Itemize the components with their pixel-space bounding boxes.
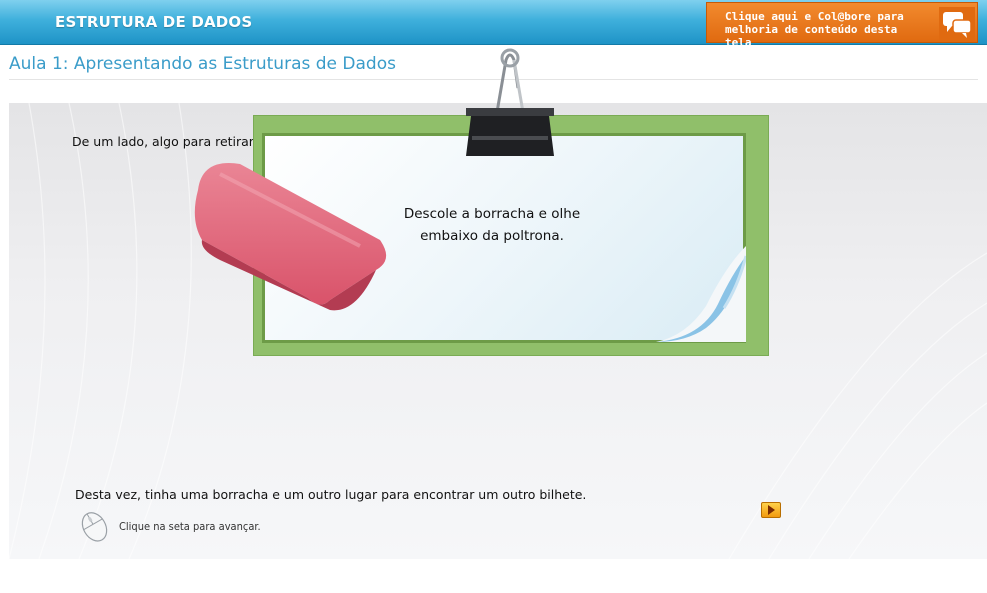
speech-bubbles-icon <box>939 7 975 41</box>
course-title: ESTRUTURA DE DADOS <box>55 13 253 31</box>
play-arrow-icon <box>768 505 775 515</box>
note-line2: embaixo da poltrona. <box>420 228 564 244</box>
hint-text: Clique na seta para avançar. <box>119 520 261 533</box>
eraser-image <box>194 163 387 311</box>
outro-text: Desta vez, tinha uma borracha e um outro… <box>75 487 587 502</box>
lesson-title: Aula 1: Apresentando as Estruturas de Da… <box>9 54 396 74</box>
collaborate-line2: melhoria de conteúdo desta tela <box>725 23 898 49</box>
page-curl <box>656 246 746 342</box>
next-arrow-button[interactable] <box>761 502 781 518</box>
collaborate-button[interactable]: Clique aqui e Col@bore para melhoria de … <box>706 2 978 49</box>
binder-clip-icon <box>466 48 554 156</box>
collaborate-line1: Clique aqui e Col@bore para <box>725 10 904 23</box>
mouse-icon <box>81 512 108 542</box>
top-header-bar: ESTRUTURA DE DADOS Clique aqui e Col@bor… <box>0 0 987 49</box>
note-line1: Descole a borracha e olhe <box>403 206 581 222</box>
note-text: Descole a borracha e olhe embaixo da pol… <box>392 203 592 247</box>
collaborate-label: Clique aqui e Col@bore para melhoria de … <box>725 10 930 49</box>
